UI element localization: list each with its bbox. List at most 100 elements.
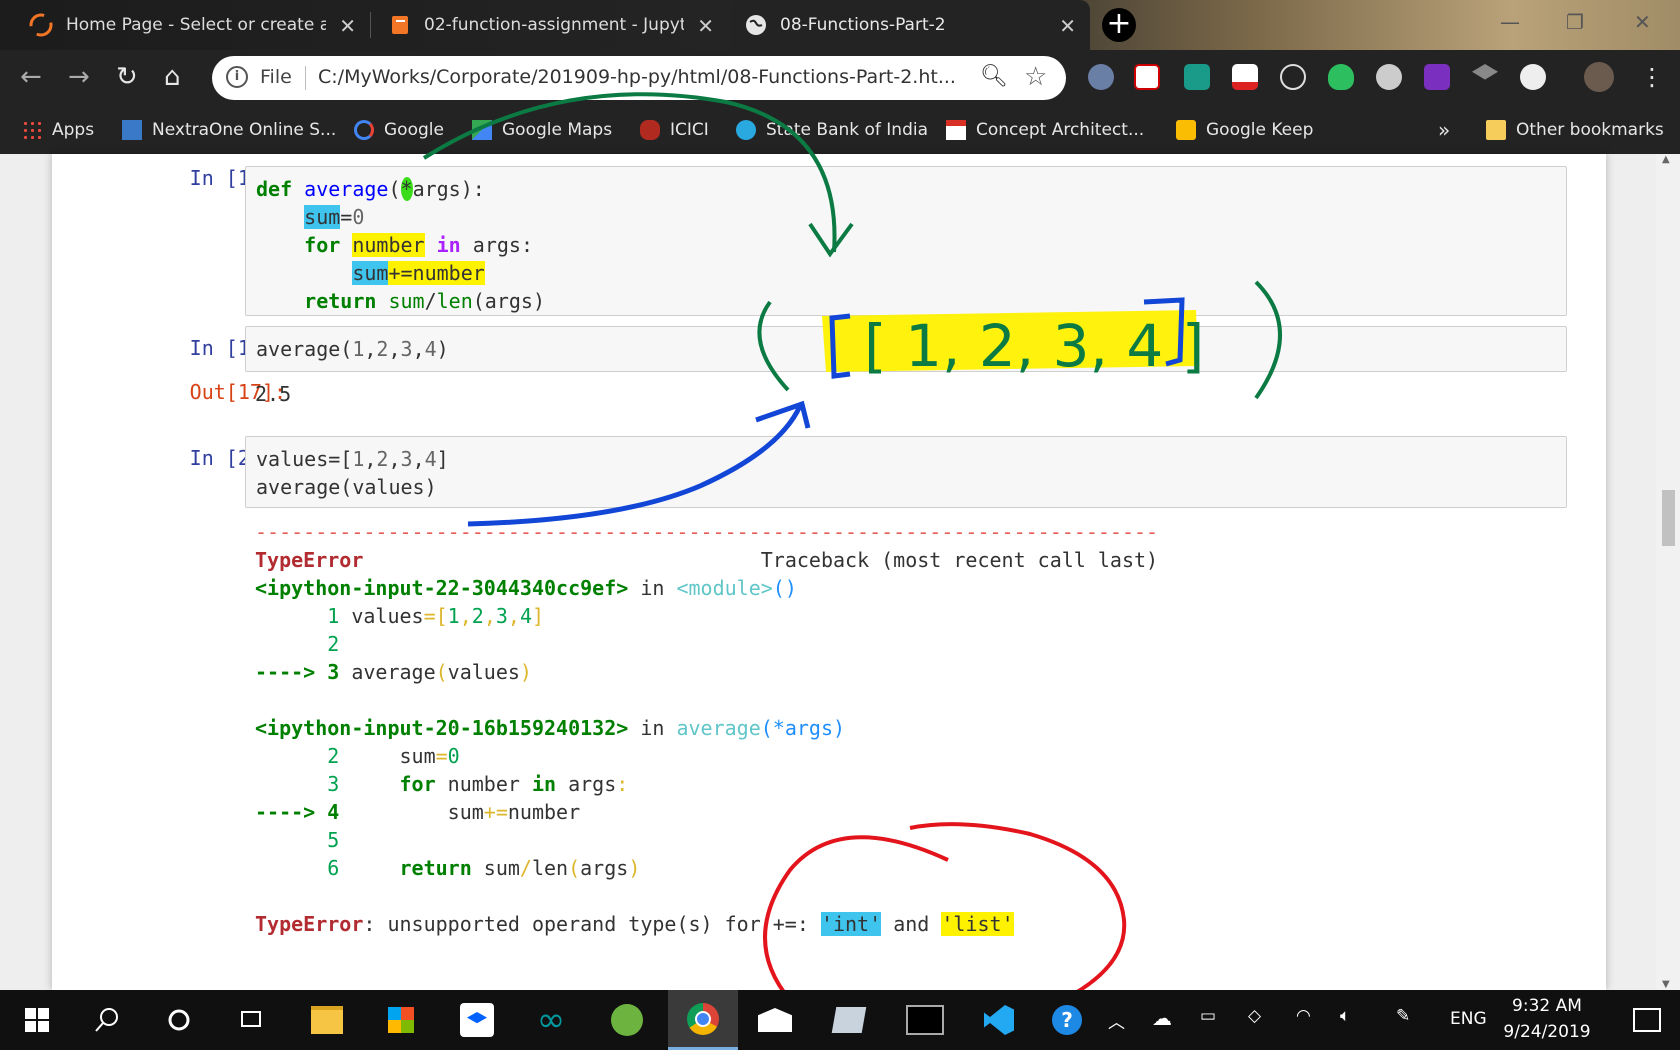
tab-function-assignment[interactable]: 02-function-assignment - Jupyte ✕ — [374, 0, 728, 50]
back-icon[interactable]: ← — [20, 62, 42, 92]
forward-icon[interactable]: → — [68, 62, 90, 92]
profile-avatar[interactable] — [1584, 62, 1614, 92]
address-bar[interactable]: i File C:/MyWorks/Corporate/201909-hp-py… — [212, 56, 1066, 100]
traceback-output: ----------------------------------------… — [255, 520, 1159, 936]
cell-code[interactable]: values=[1,2,3,4] average(values) — [256, 445, 449, 501]
final-error-and: and — [881, 912, 942, 936]
scrollbar-thumb[interactable] — [1662, 490, 1675, 546]
clock-date[interactable]: 9/24/2019 — [1502, 1022, 1592, 1042]
close-window-icon[interactable]: ✕ — [1634, 10, 1651, 34]
bookmark-google[interactable]: Google — [354, 114, 444, 146]
reload-icon[interactable]: ↻ — [116, 62, 138, 92]
bookmark-other[interactable]: Other bookmarks — [1486, 114, 1664, 146]
cortana-icon[interactable] — [146, 990, 212, 1050]
page-scrollbar[interactable]: ▲ ▼ — [1656, 154, 1680, 990]
bookmark-label: Concept Architect... — [976, 120, 1145, 140]
extension-icon[interactable] — [1088, 64, 1114, 90]
bookmark-apps[interactable]: Apps — [22, 114, 94, 146]
bookmark-label: Google — [384, 120, 444, 140]
bookmark-google-keep[interactable]: Google Keep — [1176, 114, 1313, 146]
page-viewport: In [16]: def average(*args): sum=0 for n… — [0, 154, 1680, 990]
frame-in: in — [628, 716, 677, 740]
traceback-header: Traceback (most recent call last) — [760, 548, 1159, 572]
tab-divider — [370, 12, 371, 38]
dropbox-app-icon[interactable] — [444, 990, 510, 1050]
file-explorer-icon[interactable] — [294, 990, 360, 1050]
globe-icon — [746, 15, 766, 35]
volume-icon[interactable]: 🔈︎ — [1340, 1006, 1350, 1026]
extension-icon[interactable] — [1376, 64, 1402, 90]
onedrive-icon[interactable]: ☁ — [1152, 1006, 1172, 1030]
code-cell-17[interactable]: average(1,2,3,4) — [245, 326, 1567, 372]
dropbox-tray-icon[interactable]: ◇ — [1248, 1006, 1261, 1026]
bookmark-icici[interactable]: ICICI — [640, 114, 709, 146]
vscode-icon[interactable] — [966, 990, 1032, 1050]
bookmark-google-maps[interactable]: Google Maps — [472, 114, 612, 146]
line-marker: 6 — [255, 856, 352, 880]
pen-workspace-icon[interactable]: ✎ — [1396, 1006, 1410, 1026]
line-marker: ----> 4 — [255, 800, 352, 824]
evernote-icon[interactable] — [1328, 64, 1354, 90]
code-cell-16[interactable]: def average(*args): sum=0 for number in … — [245, 166, 1567, 316]
cell-code[interactable]: def average(*args): sum=0 for number in … — [256, 175, 545, 315]
terminal-icon[interactable] — [892, 990, 958, 1050]
frame-file: <ipython-input-22-3044340cc9ef> — [255, 576, 629, 600]
network-icon[interactable]: ◠ — [1296, 1006, 1311, 1026]
scroll-down-icon[interactable]: ▼ — [1662, 979, 1670, 990]
gmail-icon — [946, 120, 966, 140]
extension-icon[interactable] — [1184, 64, 1210, 90]
whiteboard-icon[interactable] — [816, 990, 882, 1050]
clock-time[interactable]: 9:32 AM — [1506, 996, 1588, 1016]
zoom-icon[interactable]: 🔍︎ — [980, 64, 1008, 89]
battery-icon[interactable]: ▭ — [1200, 1006, 1216, 1026]
task-view-icon[interactable] — [218, 990, 284, 1050]
bookmark-nextraone[interactable]: NextraOne Online S... — [122, 114, 336, 146]
browser-title-bar: Home Page - Select or create a n ✕ 02-fu… — [0, 0, 1680, 50]
cell-code[interactable]: average(1,2,3,4) — [256, 335, 449, 363]
gmail-extension-icon[interactable] — [1232, 64, 1258, 90]
help-icon[interactable]: ? — [1034, 990, 1100, 1050]
tray-overflow-icon[interactable]: ︿ — [1108, 1008, 1125, 1033]
scroll-up-icon[interactable]: ▲ — [1662, 154, 1670, 165]
mail-icon[interactable] — [742, 990, 808, 1050]
tab-close-icon[interactable]: ✕ — [339, 14, 356, 38]
arduino-icon[interactable]: ∞ — [518, 990, 584, 1050]
site-info-icon[interactable]: i — [226, 66, 248, 88]
store-icon[interactable] — [368, 990, 434, 1050]
bookmarks-overflow-button[interactable]: » — [1438, 114, 1450, 146]
new-tab-button[interactable]: + — [1102, 8, 1136, 42]
react-devtools-icon[interactable] — [1280, 64, 1306, 90]
address-divider — [305, 66, 306, 90]
bookmark-label: Google Keep — [1206, 120, 1314, 140]
nextraone-icon — [122, 120, 142, 140]
notifications-icon[interactable] — [1614, 990, 1680, 1050]
code-cell-22[interactable]: values=[1,2,3,4] average(values) — [245, 436, 1567, 508]
bookmark-star-icon[interactable]: ☆ — [1024, 62, 1047, 92]
start-button[interactable] — [4, 990, 70, 1050]
home-icon[interactable]: ⌂ — [164, 62, 181, 92]
tab-functions-part-2[interactable]: 08-Functions-Part-2 ✕ — [730, 0, 1090, 50]
extension-icon[interactable] — [1134, 64, 1160, 90]
frame-in: in — [628, 576, 677, 600]
chrome-taskbar-icon[interactable] — [668, 990, 738, 1050]
bookmark-label: Apps — [52, 120, 95, 140]
language-indicator[interactable]: ENG — [1450, 1009, 1487, 1029]
bookmark-sbi[interactable]: State Bank of India — [736, 114, 928, 146]
frame-function: average — [676, 716, 761, 740]
notebook-container: In [16]: def average(*args): sum=0 for n… — [52, 154, 1606, 990]
address-url[interactable]: C:/MyWorks/Corporate/201909-hp-py/html/0… — [318, 66, 956, 88]
tab-close-icon[interactable]: ✕ — [697, 14, 714, 38]
maximize-icon[interactable]: ❐ — [1566, 10, 1584, 34]
search-icon[interactable] — [74, 990, 140, 1050]
tab-home-page[interactable]: Home Page - Select or create a n ✕ — [14, 0, 370, 50]
tab-close-icon[interactable]: ✕ — [1059, 14, 1076, 38]
json-viewer-icon[interactable] — [1520, 64, 1546, 90]
onenote-icon[interactable] — [1424, 64, 1450, 90]
minimize-icon[interactable]: — — [1500, 10, 1520, 34]
spring-tool-icon[interactable] — [594, 990, 660, 1050]
bookmark-concept-architect[interactable]: Concept Architect... — [946, 114, 1144, 146]
dropbox-icon[interactable] — [1472, 64, 1498, 80]
line-marker: ----> 3 — [255, 660, 352, 684]
windows-taskbar: ∞ ? ︿ ☁ ▭ ◇ ◠ 🔈︎ ✎ ENG 9:32 AM 9/24/2019 — [0, 990, 1680, 1050]
menu-kebab-icon[interactable]: ⋮ — [1640, 62, 1664, 92]
